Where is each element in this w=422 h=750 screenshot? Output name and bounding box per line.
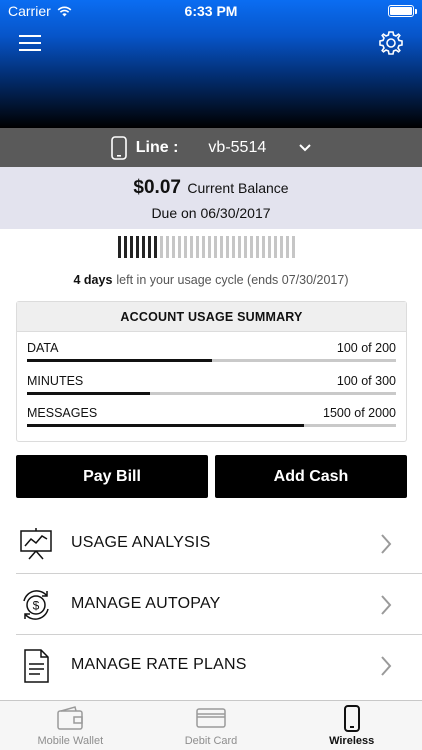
menu-item-manage-rate-plans[interactable]: MANAGE RATE PLANS (16, 635, 422, 696)
menu-label: USAGE ANALYSIS (71, 534, 211, 551)
cycle-segment (196, 236, 199, 258)
due-date: Due on 06/30/2017 (151, 205, 271, 221)
wallet-icon (57, 706, 84, 730)
chevron-right-icon (381, 656, 392, 676)
cycle-segment (148, 236, 151, 258)
usage-fill (27, 359, 212, 362)
phone-icon (110, 135, 127, 160)
cycle-segment (172, 236, 175, 258)
usage-name: DATA (27, 341, 59, 355)
usage-row-data: DATA 100 of 200 (17, 332, 406, 365)
usage-track (27, 359, 396, 362)
svg-text:$: $ (33, 599, 40, 613)
rate-plans-icon (24, 649, 49, 683)
usage-count: 100 of 300 (336, 373, 396, 388)
line-label: Line : (135, 138, 179, 156)
line-value: vb-5514 (208, 138, 267, 156)
chevron-down-icon[interactable] (298, 141, 312, 155)
card-icon (196, 708, 226, 728)
cycle-segment (232, 236, 235, 258)
cycle-segment (286, 236, 289, 258)
cycle-segment (238, 236, 241, 258)
cycle-segment (154, 236, 157, 258)
chevron-right-icon (381, 595, 392, 615)
chevron-right-icon (381, 534, 392, 554)
add-cash-button[interactable]: Add Cash (215, 455, 407, 498)
tab-label: Debit Card (184, 735, 238, 747)
usage-fill (27, 391, 150, 395)
menu-item-manage-autopay[interactable]: $ MANAGE AUTOPAY (16, 574, 422, 635)
usage-fill (27, 424, 304, 427)
balance-panel: $0.07 Current Balance Due on 06/30/2017 (0, 167, 422, 229)
cycle-segment (118, 236, 121, 258)
days-left: 4 days (73, 273, 113, 287)
cycle-segment (202, 236, 205, 258)
pay-bill-button[interactable]: Pay Bill (16, 455, 208, 498)
settings-button[interactable] (378, 30, 404, 56)
cycle-segment (292, 236, 295, 258)
gear-icon (379, 31, 403, 55)
usage-name: MINUTES (27, 373, 84, 388)
balance-amount: $0.07 (133, 177, 181, 198)
status-bar: Carrier 6:33 PM (0, 0, 422, 22)
menu-label: MANAGE AUTOPAY (71, 595, 221, 612)
line-selector[interactable]: Line : vb-5514 (0, 128, 422, 167)
cycle-segment (160, 236, 163, 258)
cycle-segment (178, 236, 181, 258)
tab-wireless[interactable]: Wireless (281, 701, 422, 750)
usage-track (27, 424, 396, 427)
cycle-segment (124, 236, 127, 258)
cycle-segment (262, 236, 265, 258)
cycle-description: left in your usage cycle (ends 07/30/201… (116, 273, 349, 287)
menu-item-usage-analysis[interactable]: USAGE ANALYSIS (16, 513, 422, 574)
cycle-segment (184, 236, 187, 258)
phone-icon (343, 705, 360, 732)
tab-label: Wireless (329, 735, 375, 747)
cycle-segment (268, 236, 271, 258)
cycle-segment (244, 236, 247, 258)
header: Carrier 6:33 PM (0, 0, 422, 128)
tab-bar: Mobile Wallet Debit Card Wireless (0, 700, 422, 750)
cycle-segment (220, 236, 223, 258)
status-time: 6:33 PM (184, 3, 238, 19)
usage-track (27, 391, 396, 395)
usage-count: 1500 of 2000 (323, 406, 396, 420)
cycle-segment (226, 236, 229, 258)
cycle-segment (256, 236, 259, 258)
usage-row-messages: MESSAGES 1500 of 2000 (17, 397, 406, 430)
cycle-segment (136, 236, 139, 258)
usage-summary: ACCOUNT USAGE SUMMARY DATA 100 of 200 MI… (16, 301, 407, 442)
usage-name: MESSAGES (27, 406, 98, 420)
cycle-segment (142, 236, 145, 258)
balance-label: Current Balance (187, 180, 289, 196)
cycle-segment (130, 236, 133, 258)
tab-debit-card[interactable]: Debit Card (141, 701, 282, 750)
autopay-icon: $ (23, 590, 49, 620)
usage-analysis-icon (20, 528, 52, 560)
cycle-segment (190, 236, 193, 258)
cycle-segment (208, 236, 211, 258)
usage-row-minutes: MINUTES 100 of 300 (17, 365, 406, 398)
menu-label: MANAGE RATE PLANS (71, 656, 247, 673)
cycle-segment (214, 236, 217, 258)
menu-list: USAGE ANALYSIS $ MANAGE AUTOPAY MANAGE R… (0, 513, 422, 696)
usage-count: 100 of 200 (336, 341, 396, 355)
hamburger-icon (19, 35, 41, 51)
menu-button[interactable] (18, 30, 44, 56)
cycle-segment (250, 236, 253, 258)
cycle-segment (274, 236, 277, 258)
cycle-segment (280, 236, 283, 258)
tab-mobile-wallet[interactable]: Mobile Wallet (0, 701, 141, 750)
summary-title: ACCOUNT USAGE SUMMARY (17, 302, 406, 332)
cycle-segment (166, 236, 169, 258)
usage-cycle-text: 4 days left in your usage cycle (ends 07/… (0, 273, 422, 287)
usage-cycle-bars (118, 236, 295, 258)
battery-icon (388, 5, 417, 17)
tab-label: Mobile Wallet (37, 735, 104, 747)
